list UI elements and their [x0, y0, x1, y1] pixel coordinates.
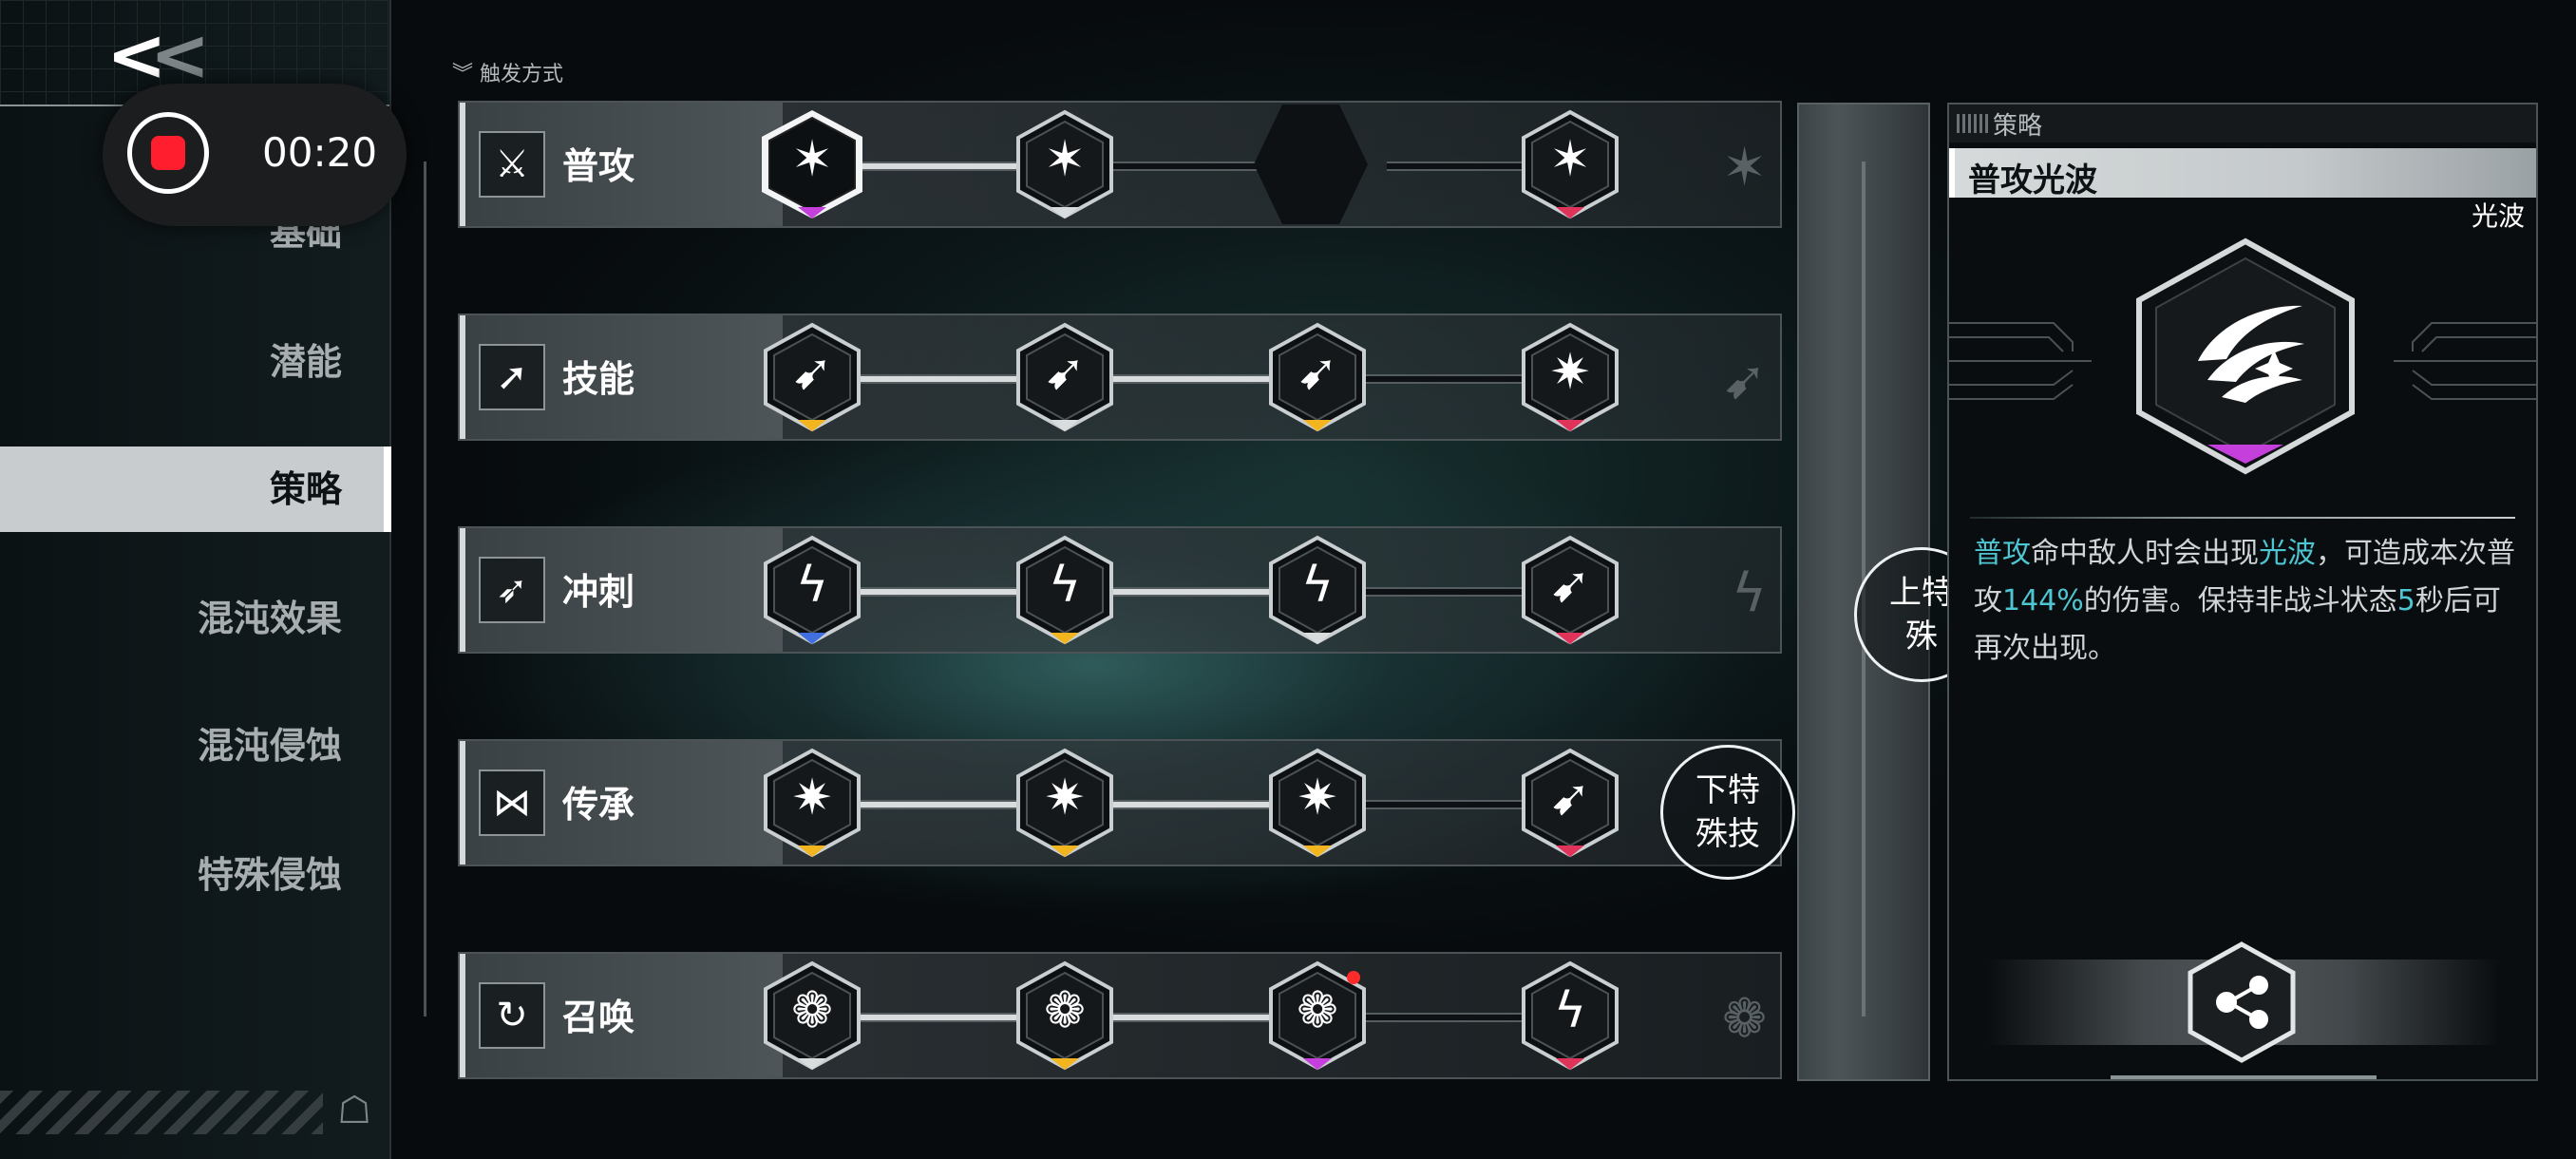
helmet-icon[interactable]: ☖ — [332, 1085, 376, 1136]
summon-icon: ↻ — [479, 982, 545, 1049]
sidebar-item-special-erosion[interactable]: 特殊侵蚀 — [0, 832, 389, 918]
flower-cluster-icon: ❁ — [1297, 982, 1338, 1039]
skill-node-light-wave-selected[interactable]: ✶ — [756, 108, 868, 220]
row-header: ↻ 召唤 — [460, 954, 783, 1077]
sidebar-item-strategy[interactable]: 策略 — [0, 446, 391, 532]
row-label: 传承 — [562, 784, 635, 826]
desc-text: 的伤害。保持非战斗状态 — [2083, 584, 2397, 618]
panel-title: 普攻光波 — [1968, 162, 2097, 200]
claw-wave-icon: ✶ — [1549, 131, 1591, 188]
flower-cluster-icon: ❁ — [791, 982, 833, 1039]
empty-slot — [1254, 104, 1368, 224]
row-header: ⋈ 传承 — [460, 741, 783, 864]
flower-cluster-ghost-icon: ❁ — [1722, 988, 1767, 1050]
trigger-mode-label: ︾ 触发方式 — [452, 63, 564, 86]
sidebar-item-chaos-erosion[interactable]: 混沌侵蚀 — [0, 703, 389, 788]
lightning-icon: ϟ — [1553, 982, 1587, 1039]
row-header: ➚ 技能 — [460, 315, 783, 439]
arrow-strike-icon: ➚ — [479, 344, 545, 410]
lightning-icon: ϟ — [1300, 557, 1335, 614]
light-wave-large-icon — [2136, 238, 2355, 475]
spear-icon: ➹ — [1297, 344, 1338, 401]
tree-connector-line — [424, 162, 426, 1016]
divider — [1970, 517, 2515, 519]
stop-icon — [151, 136, 185, 170]
skill-node[interactable]: ✶ — [1514, 108, 1626, 220]
strategy-row-dash: ➶ 冲刺 ϟ ϟ ϟ ➹ ϟ — [458, 526, 1782, 654]
row-label: 技能 — [562, 358, 635, 400]
skill-node[interactable]: ϟ — [756, 534, 868, 646]
lower-special-skill-bubble[interactable]: 下特 殊技 — [1660, 745, 1795, 880]
back-button[interactable]: << — [106, 19, 210, 91]
skill-node[interactable]: ✷ — [1514, 321, 1626, 433]
skill-description: 普攻命中敌人时会出现光波，可造成本次普攻144%的伤害。保持非战斗状态5秒后可再… — [1974, 530, 2515, 673]
skill-node[interactable]: ➹ — [1009, 321, 1121, 433]
skill-node[interactable]: ➹ — [1514, 534, 1626, 646]
claw-wave-ghost-icon: ✶ — [1722, 137, 1767, 199]
strategy-row-summon: ↻ 召唤 ❁ ❁ ❁ ϟ ❁ — [458, 952, 1782, 1079]
row-header: ⚔ 普攻 — [460, 103, 783, 226]
row-label: 普攻 — [562, 145, 635, 187]
sparkle-burst-icon: ✷ — [1549, 344, 1591, 401]
desc-term: 普攻 — [1974, 537, 2031, 570]
skill-node[interactable]: ➹ — [1514, 747, 1626, 859]
skill-node[interactable]: ✶ — [1009, 108, 1121, 220]
share-button[interactable] — [2185, 940, 2299, 1064]
sparkle-burst-icon: ✷ — [1297, 770, 1338, 826]
desc-value: 5 — [2396, 584, 2415, 618]
screen-recorder: 00:20 — [103, 84, 407, 226]
lightning-icon: ϟ — [795, 557, 829, 614]
sidebar-item-chaos-effect[interactable]: 混沌效果 — [0, 576, 389, 661]
desc-term: 光波 — [2259, 537, 2316, 570]
strategy-row-skill: ➚ 技能 ➹ ➹ ➹ ✷ ➹ — [458, 314, 1782, 441]
skill-node[interactable]: ✷ — [1261, 747, 1373, 859]
panel-category: 策略 — [1993, 112, 2043, 141]
circuit-lines-left — [1949, 322, 2092, 400]
desc-text: 命中敌人时会出现 — [2031, 537, 2259, 570]
skill-node[interactable]: ➹ — [756, 321, 868, 433]
lightning-ghost-icon: ϟ — [1732, 562, 1767, 624]
lightning-icon: ϟ — [1048, 557, 1082, 614]
spear-icon: ➹ — [791, 344, 833, 401]
recording-timer: 00:20 — [262, 129, 378, 176]
detail-panel: 策略 普攻光波 光波 普攻命中敌人时会出现光波，可造成本次普攻144%的伤害。保… — [1947, 103, 2538, 1081]
dash-icon: ➶ — [479, 557, 545, 623]
new-badge-dot — [1347, 971, 1360, 984]
skill-node[interactable]: ϟ — [1514, 960, 1626, 1072]
row-label: 冲刺 — [562, 571, 635, 613]
flower-cluster-icon: ❁ — [1044, 982, 1086, 1039]
strategy-row-normal-attack: ⚔ 普攻 ✶ ✶ ✶ ✶ — [458, 101, 1782, 228]
circuit-lines-right — [2394, 322, 2536, 400]
sparkle-burst-icon: ✷ — [791, 770, 833, 826]
row-header: ➶ 冲刺 — [460, 528, 783, 652]
skill-node[interactable]: ➹ — [1261, 321, 1373, 433]
spear-ghost-icon: ➹ — [1722, 350, 1767, 411]
skill-node[interactable]: ❁ — [1261, 960, 1373, 1072]
skill-node[interactable]: ❁ — [756, 960, 868, 1072]
spear-icon: ➹ — [1549, 770, 1591, 826]
desc-value: 144% — [2002, 584, 2084, 618]
spear-icon: ➹ — [1549, 557, 1591, 614]
skill-node[interactable]: ✷ — [756, 747, 868, 859]
skill-node[interactable]: ✷ — [1009, 747, 1121, 859]
skill-node[interactable]: ϟ — [1261, 534, 1373, 646]
spear-icon: ➹ — [1044, 344, 1086, 401]
sparkle-burst-icon: ✷ — [1044, 770, 1086, 826]
skill-node[interactable]: ❁ — [1009, 960, 1121, 1072]
crossed-swords-icon: ⚔ — [479, 131, 545, 198]
strategy-row-inheritance: ⋈ 传承 ✷ ✷ ✷ ➹ — [458, 739, 1782, 866]
row-label: 召唤 — [562, 997, 635, 1038]
double-chevron-down-icon: ︾ — [452, 63, 480, 86]
claw-wave-icon: ✶ — [791, 131, 833, 188]
hatch-decoration — [1957, 114, 1989, 133]
panel-bottom-bar — [2111, 1075, 2377, 1079]
sidebar-item-potential[interactable]: 潜能 — [0, 319, 389, 405]
claw-wave-icon: ✶ — [1044, 131, 1086, 188]
record-stop-button[interactable] — [127, 112, 209, 194]
skill-node[interactable]: ϟ — [1009, 534, 1121, 646]
panel-header: 策略 — [1949, 104, 2536, 142]
dna-icon: ⋈ — [479, 770, 545, 836]
hatch-decoration — [0, 1091, 323, 1134]
panel-tag: 光波 — [2471, 200, 2525, 232]
